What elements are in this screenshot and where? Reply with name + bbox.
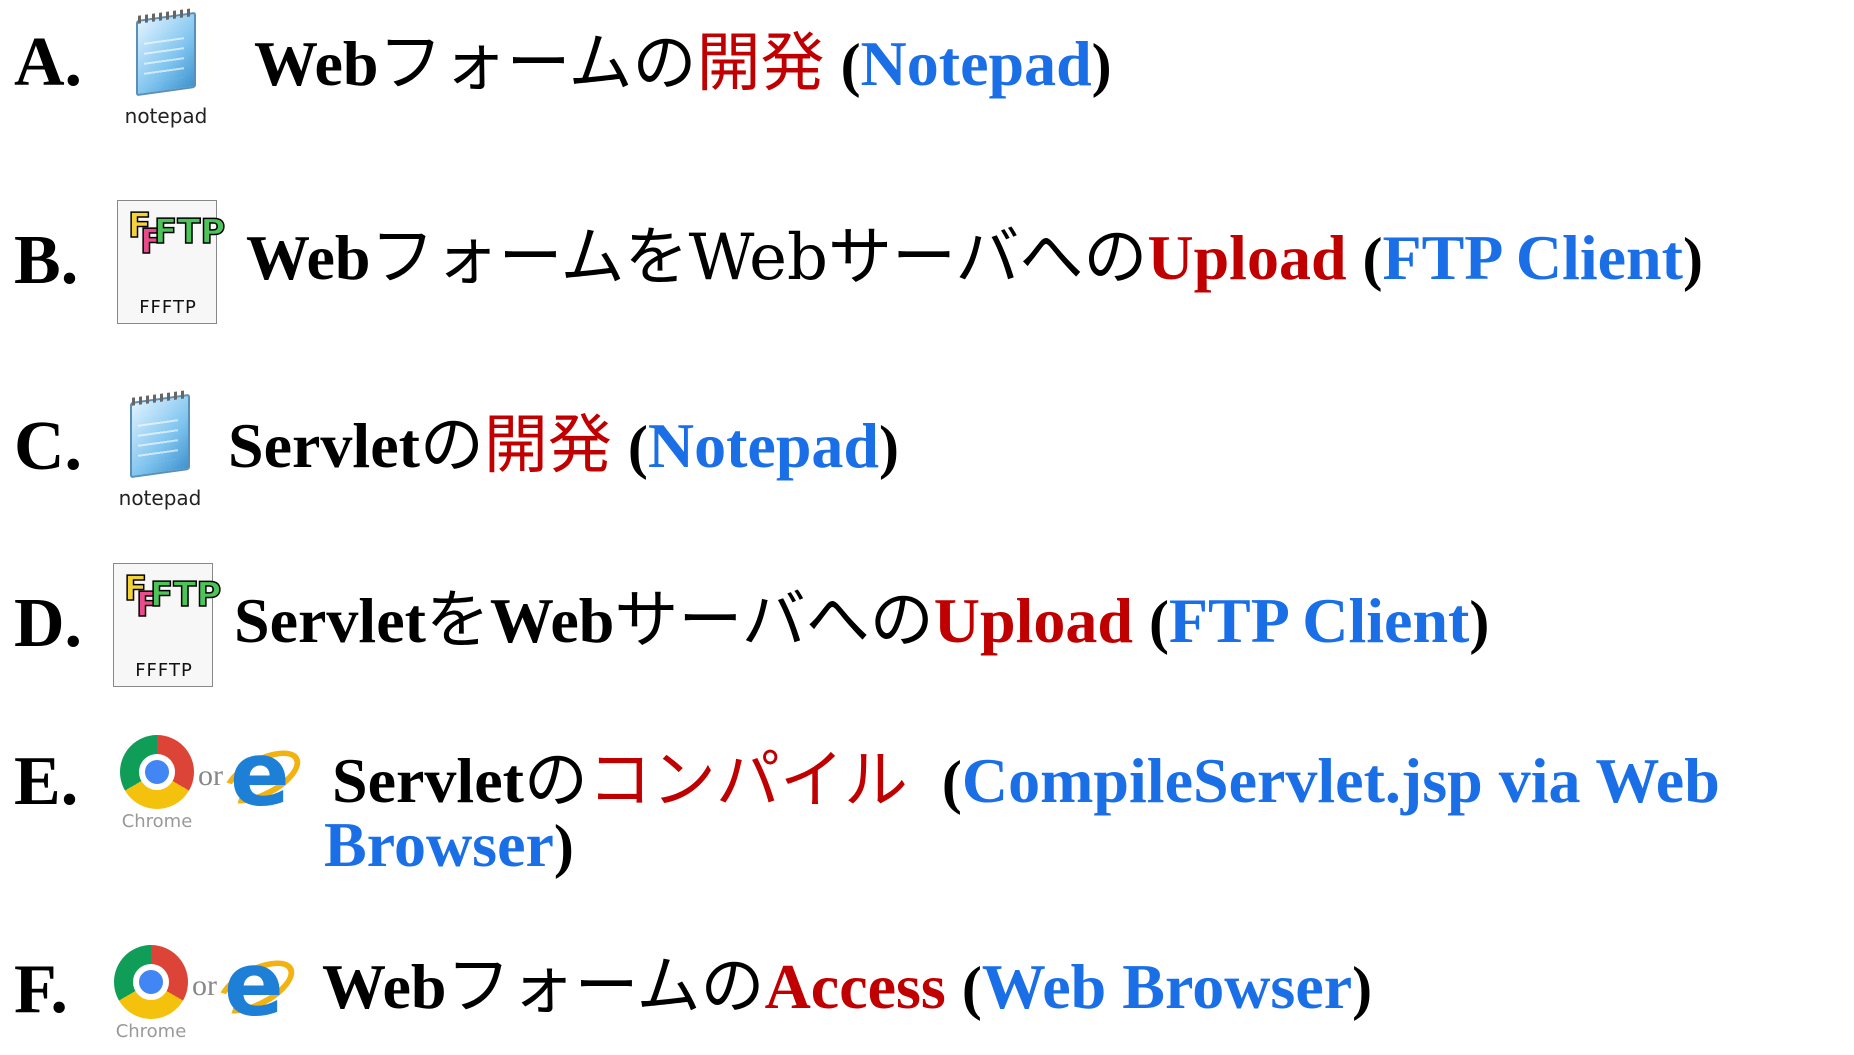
desc-highlight: Upload: [1147, 222, 1347, 293]
desc-part: Servlet: [228, 410, 420, 481]
desc-part: フォームの: [446, 950, 765, 1024]
tool-name: FTP Client: [1382, 222, 1683, 293]
icon-label: notepad: [124, 104, 208, 128]
step-b: B. F F FTP FFFTP WebフォームをWebサーバへのUpload …: [0, 200, 1854, 330]
desc-highlight: コンパイル: [587, 744, 908, 818]
paren-close: ): [1469, 589, 1490, 655]
step-description: Servletのコンパイル (CompileServlet.jsp via We…: [332, 749, 1720, 815]
desc-part: Web: [688, 221, 828, 295]
internet-explorer-icon: e: [215, 731, 309, 821]
tool-name: CompileServlet.jsp via Web: [961, 745, 1720, 816]
desc-part: の: [419, 409, 484, 483]
ffftp-icon: F F FTP FFFTP: [113, 563, 222, 687]
step-c: C. notepad Servletの開発 (Notepad): [0, 390, 1854, 522]
step-letter: F.: [14, 951, 68, 1028]
paren-close: ): [553, 813, 574, 879]
paren-open: (: [1362, 226, 1383, 292]
paren-open: (: [627, 414, 648, 480]
step-description: Webフォームの開発 (Notepad): [254, 32, 1112, 98]
desc-part: Web: [322, 951, 447, 1022]
desc-part: フォームの: [378, 27, 697, 101]
desc-part: フォームを: [370, 221, 689, 295]
desc-part: Servlet: [332, 745, 524, 816]
paren-open: (: [840, 32, 861, 98]
icon-label: FFFTP: [139, 297, 197, 318]
desc-part: Web: [254, 28, 379, 99]
tool-name: Web Browser: [981, 951, 1353, 1022]
chrome-label: Chrome: [121, 811, 193, 832]
step-letter: B.: [14, 222, 79, 299]
paren-close: ): [879, 414, 899, 480]
desc-part: Web: [489, 585, 615, 656]
step-letter: E.: [14, 743, 79, 820]
step-description: Servletの開発 (Notepad): [228, 414, 899, 480]
notepad-icon: notepad: [122, 8, 210, 134]
tool-name: Notepad: [860, 28, 1092, 99]
desc-highlight: 開発: [483, 409, 612, 483]
desc-part: を: [425, 584, 490, 658]
desc-part: Web: [246, 222, 371, 293]
chrome-icon: [120, 735, 194, 809]
paren-open: (: [961, 955, 982, 1021]
step-description-cont: Browser): [324, 813, 574, 877]
internet-explorer-icon: e: [209, 941, 303, 1031]
icon-label: FFFTP: [135, 660, 193, 681]
chrome-icon: [114, 945, 188, 1019]
step-description: WebフォームのAccess (Web Browser): [322, 955, 1373, 1021]
notepad-icon: notepad: [116, 390, 204, 516]
step-description: ServletをWebサーバへのUpload (FTP Client): [234, 589, 1490, 655]
icon-label: notepad: [118, 486, 202, 510]
desc-highlight: Access: [764, 951, 946, 1022]
paren-open: (: [941, 749, 962, 815]
paren-open: (: [1148, 589, 1169, 655]
paren-close: ): [1682, 226, 1703, 292]
paren-close: ): [1091, 32, 1112, 98]
tool-name: Notepad: [647, 410, 880, 481]
browser-icons: Chrome or e: [114, 941, 303, 1055]
step-a: A. notepad Webフォームの開発 (Notepad): [0, 8, 1854, 130]
paren-close: ): [1352, 955, 1373, 1021]
browser-icons: Chrome or e: [120, 731, 309, 845]
step-letter: A.: [14, 24, 83, 101]
desc-part: サーバへの: [614, 584, 934, 658]
step-e: E. Chrome or e Servletのコンパイル (CompileSer…: [0, 731, 1854, 877]
step-letter: D.: [14, 585, 83, 662]
desc-part: の: [523, 744, 588, 818]
step-description: WebフォームをWebサーバへのUpload (FTP Client): [246, 226, 1703, 292]
desc-highlight: Upload: [933, 585, 1133, 656]
desc-highlight: 開発: [696, 27, 825, 101]
tool-name: FTP Client: [1168, 585, 1470, 656]
chrome-label: Chrome: [115, 1021, 187, 1042]
desc-part: サーバへの: [827, 221, 1148, 295]
tool-name-cont: Browser: [324, 809, 554, 880]
step-f: F. Chrome or e WebフォームのAccess (Web Brows…: [0, 941, 1854, 1043]
desc-part: Servlet: [234, 585, 426, 656]
ffftp-icon: F F FTP FFFTP: [117, 200, 226, 324]
step-d: D. F F FTP FFFTP ServletをWebサーバへのUpload …: [0, 563, 1854, 693]
step-letter: C.: [14, 408, 83, 485]
